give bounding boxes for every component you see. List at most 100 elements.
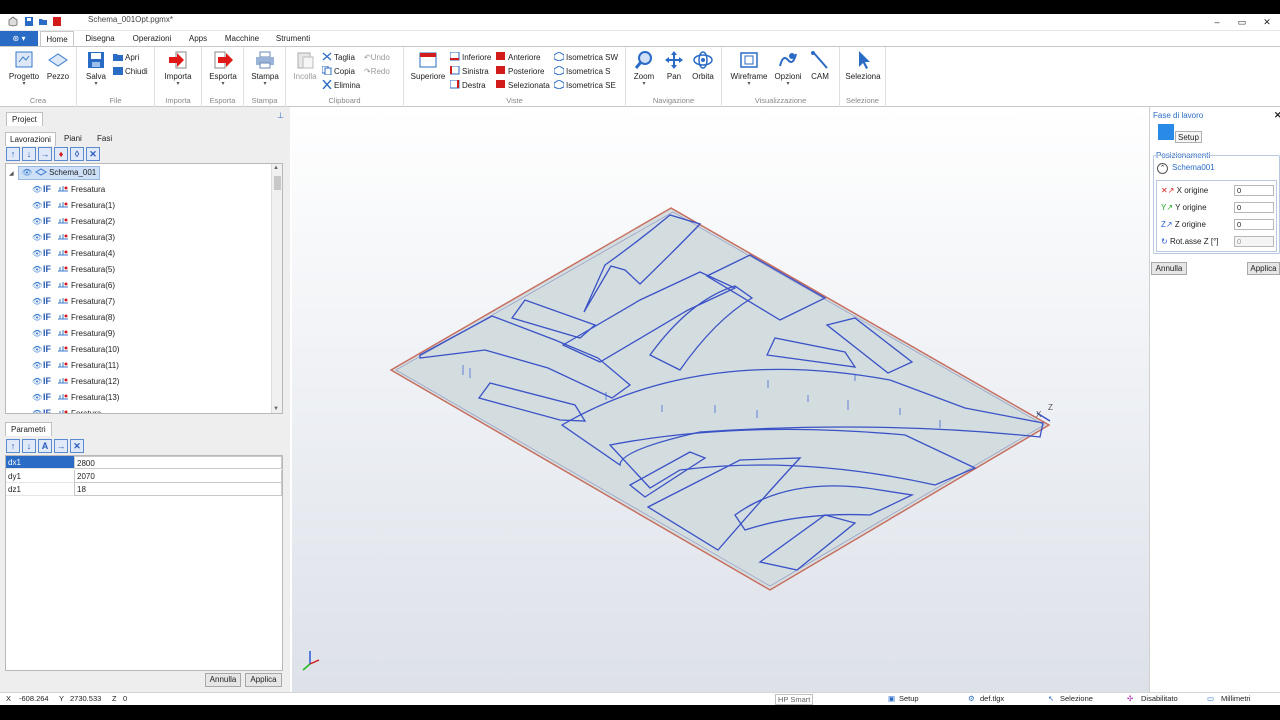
disabilitato-status[interactable]: Disabilitato xyxy=(1141,694,1178,703)
annulla-button[interactable]: Annulla xyxy=(1151,262,1187,275)
save-quick-icon[interactable] xyxy=(24,16,34,27)
sinistra-button[interactable]: Sinistra xyxy=(450,65,489,78)
move-up-icon[interactable]: ↑ xyxy=(6,147,20,161)
pezzo-button[interactable]: Pezzo xyxy=(44,50,72,81)
scroll-down-icon[interactable]: ▼ xyxy=(273,406,279,412)
add-param-icon[interactable]: A xyxy=(38,439,52,453)
applica-button[interactable]: Applica xyxy=(1247,262,1280,275)
wireframe-button[interactable]: Wireframe ▾ xyxy=(728,50,770,87)
tree-item[interactable]: 👁IF Fresatura(11) xyxy=(32,357,119,373)
visibility-eye-icon[interactable]: 👁 xyxy=(22,167,33,179)
visibility-eye-icon[interactable]: 👁 xyxy=(32,342,43,358)
visibility-eye-icon[interactable]: 👁 xyxy=(32,198,43,214)
posteriore-button[interactable]: Posteriore xyxy=(496,65,544,78)
nesting-drawing[interactable] xyxy=(292,107,1149,692)
tree-item[interactable]: 👁IF Foratura xyxy=(32,405,101,413)
undo-button[interactable]: ↶Undo xyxy=(364,51,390,64)
importa-button[interactable]: Importa ▾ xyxy=(159,50,197,87)
minimize-button[interactable]: – xyxy=(1206,15,1228,29)
incolla-button[interactable]: Incolla xyxy=(290,50,320,81)
tool-red-icon[interactable]: ♦ xyxy=(54,147,68,161)
iso-sw-button[interactable]: Isometrica SW xyxy=(554,51,618,64)
tree-expander-icon[interactable]: ◢ xyxy=(9,171,14,177)
move-up-icon[interactable]: ↑ xyxy=(6,439,20,453)
taglia-button[interactable]: Taglia xyxy=(322,51,355,64)
param-value-field[interactable]: 2070 xyxy=(74,470,282,483)
tab-apps[interactable]: Apps xyxy=(184,31,212,46)
stampa-button[interactable]: Stampa ▾ xyxy=(246,50,284,87)
collapse-icon[interactable]: ⌃ xyxy=(1157,163,1168,174)
zoom-button[interactable]: Zoom ▾ xyxy=(629,50,659,87)
anteriore-button[interactable]: Anteriore xyxy=(496,51,540,64)
redo-button[interactable]: ↷Redo xyxy=(364,65,390,78)
visibility-eye-icon[interactable]: 👁 xyxy=(32,230,43,246)
close-icon[interactable]: ✕ xyxy=(1274,110,1280,121)
delete-icon[interactable]: ✕ xyxy=(86,147,100,161)
scroll-up-icon[interactable]: ▲ xyxy=(273,165,279,171)
export-param-icon[interactable]: → xyxy=(54,439,68,453)
tree-item[interactable]: 👁IF Fresatura(13) xyxy=(32,389,119,405)
tab-home[interactable]: Home xyxy=(40,31,74,46)
move-down-icon[interactable]: ↓ xyxy=(22,147,36,161)
param-value-field[interactable]: 2800 xyxy=(74,456,282,469)
open-quick-icon[interactable] xyxy=(38,16,48,27)
tree-item[interactable]: 👁IF Fresatura(6) xyxy=(32,277,115,293)
tree-item[interactable]: 👁IF Fresatura(3) xyxy=(32,229,115,245)
applica-button[interactable]: Applica xyxy=(245,673,282,687)
close-button[interactable]: ✕ xyxy=(1256,15,1278,29)
tree-item[interactable]: 👁IF Fresatura(7) xyxy=(32,293,115,309)
selezione-status[interactable]: Selezione xyxy=(1060,694,1093,703)
visibility-eye-icon[interactable]: 👁 xyxy=(32,390,43,406)
selezionata-button[interactable]: Selezionata xyxy=(496,79,550,92)
pin-icon[interactable]: ⊥ xyxy=(277,111,284,120)
apri-button[interactable]: Apri xyxy=(113,51,139,64)
y-origin-field[interactable]: 0 xyxy=(1234,202,1274,213)
tool-file-status[interactable]: def.tlgx xyxy=(980,694,1004,703)
pan-button[interactable]: Pan xyxy=(659,50,689,81)
copia-button[interactable]: Copia xyxy=(322,65,355,78)
scroll-thumb[interactable] xyxy=(274,176,281,190)
tab-project[interactable]: Project xyxy=(6,112,43,126)
tree-item[interactable]: 👁IF Fresatura(10) xyxy=(32,341,119,357)
restore-button[interactable]: ▭ xyxy=(1231,15,1253,29)
tab-operazioni[interactable]: Operazioni xyxy=(126,31,178,46)
param-row[interactable]: dz1 18 xyxy=(6,483,282,496)
elimina-button[interactable]: Elimina xyxy=(322,79,360,92)
param-row[interactable]: dy1 2070 xyxy=(6,470,282,483)
param-value-field[interactable]: 18 xyxy=(74,483,282,496)
visibility-eye-icon[interactable]: 👁 xyxy=(32,294,43,310)
export-quick-icon[interactable] xyxy=(52,16,62,27)
app-logo-icon[interactable] xyxy=(8,16,18,27)
esporta-button[interactable]: Esporta ▾ xyxy=(204,50,242,87)
iso-se-button[interactable]: Isometrica SE xyxy=(554,79,616,92)
visibility-eye-icon[interactable]: 👁 xyxy=(32,182,43,198)
tree-item[interactable]: 👁IF Fresatura(5) xyxy=(32,261,115,277)
tree-item[interactable]: 👁IF Fresatura(1) xyxy=(32,197,115,213)
orbita-button[interactable]: Orbita xyxy=(688,50,718,81)
visibility-eye-icon[interactable]: 👁 xyxy=(32,278,43,294)
tree-item[interactable]: 👁IF Fresatura(12) xyxy=(32,373,119,389)
tab-fasi[interactable]: Fasi xyxy=(93,132,116,146)
tab-strumenti[interactable]: Strumenti xyxy=(270,31,316,46)
x-origin-field[interactable]: 0 xyxy=(1234,185,1274,196)
opzioni-button[interactable]: Opzioni ▾ xyxy=(772,50,804,87)
visibility-eye-icon[interactable]: 👁 xyxy=(32,262,43,278)
move-down-icon[interactable]: ↓ xyxy=(22,439,36,453)
tab-macchine[interactable]: Macchine xyxy=(220,31,264,46)
tree-item[interactable]: 👁IF Fresatura(2) xyxy=(32,213,115,229)
tree-item[interactable]: 👁IF Fresatura(8) xyxy=(32,309,115,325)
visibility-eye-icon[interactable]: 👁 xyxy=(32,246,43,262)
setup-status[interactable]: Setup xyxy=(899,694,919,703)
annulla-button[interactable]: Annulla xyxy=(205,673,241,687)
cam-button[interactable]: CAM xyxy=(806,50,834,81)
tree-item[interactable]: 👁IF Fresatura(9) xyxy=(32,325,115,341)
visibility-eye-icon[interactable]: 👁 xyxy=(32,374,43,390)
unit-status[interactable]: Millimetri xyxy=(1221,694,1251,703)
app-menu-button[interactable]: ⊛ ▾ xyxy=(0,31,38,46)
visibility-eye-icon[interactable]: 👁 xyxy=(32,326,43,342)
rotation-field[interactable]: 0 xyxy=(1234,236,1274,247)
inferiore-button[interactable]: Inferiore xyxy=(450,51,491,64)
tab-parametri[interactable]: Parametri xyxy=(5,422,52,436)
salva-button[interactable]: Salva ▾ xyxy=(81,50,111,87)
superiore-button[interactable]: Superiore xyxy=(408,50,448,81)
